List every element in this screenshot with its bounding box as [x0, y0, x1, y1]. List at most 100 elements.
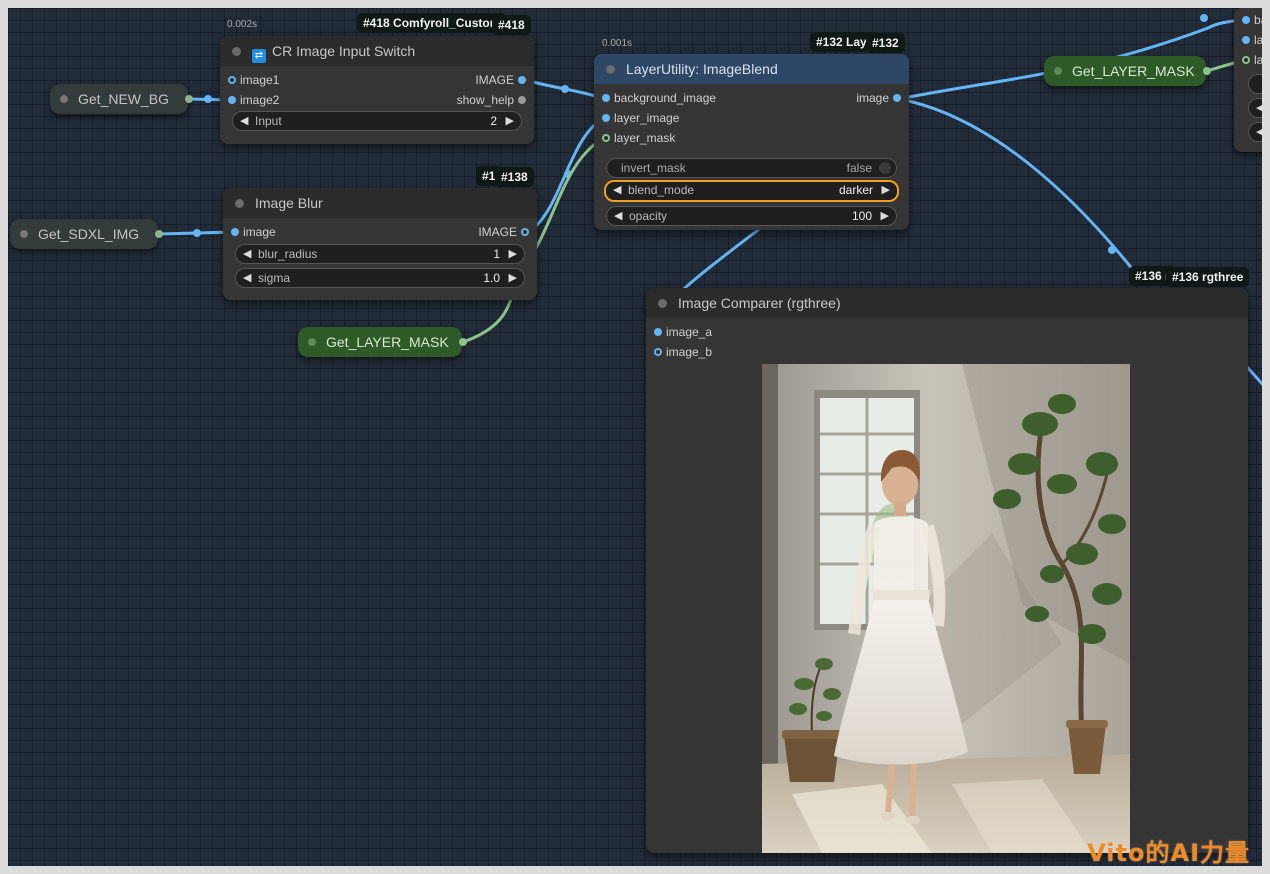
input-slot-image1[interactable]: image1	[228, 70, 279, 90]
input-combo-widget[interactable]: ◀ Input 2 ▶	[232, 111, 522, 131]
widget-value: darker	[838, 183, 873, 197]
increment-arrow-icon[interactable]: ▶	[509, 245, 517, 263]
get-layer-mask-node-2[interactable]: Get_LAYER_MASK	[1044, 56, 1211, 86]
get-layer-mask-node[interactable]: Get_LAYER_MASK	[298, 327, 467, 357]
decrement-arrow-icon[interactable]: ◀	[1256, 99, 1262, 117]
output-slot-image[interactable]: IMAGE	[478, 222, 529, 242]
increment-arrow-icon[interactable]: ▶	[882, 182, 890, 198]
input-pin[interactable]	[1242, 16, 1250, 24]
slot-label: image_b	[666, 345, 713, 359]
widget-name: opacity	[629, 209, 668, 223]
node-title-bar[interactable]: LayerUtility: ImageBlend	[594, 54, 909, 84]
increment-arrow-icon[interactable]: ▶	[506, 112, 514, 130]
input-slot-partial[interactable]: la	[1242, 30, 1262, 50]
output-pin[interactable]	[518, 96, 526, 104]
partial-widget[interactable]: ◀	[1248, 98, 1262, 118]
widget-value: false	[846, 161, 872, 175]
input-pin[interactable]	[231, 228, 239, 236]
node-title-bar[interactable]: Image Comparer (rgthree)	[646, 288, 1248, 318]
node-graph-canvas[interactable]: Get_NEW_BG Get_SDXL_IMG Get_LAYER_MASK G…	[8, 8, 1262, 866]
decrement-arrow-icon[interactable]: ◀	[243, 245, 251, 263]
input-pin[interactable]	[602, 134, 610, 142]
node-title-bar[interactable]: ⇄ CR Image Input Switch	[220, 36, 534, 66]
layerutility-imageblend-node[interactable]: LayerUtility: ImageBlend background_imag…	[594, 54, 909, 230]
node-collapse-dot[interactable]	[232, 47, 241, 56]
node-title-bar[interactable]: Image Blur	[223, 188, 537, 218]
switch-icon: ⇄	[252, 49, 266, 63]
output-pin[interactable]	[185, 95, 193, 103]
output-pin[interactable]	[521, 228, 529, 236]
node-title: Image Blur	[255, 195, 323, 211]
blend-mode-combo-widget[interactable]: ◀ blend_mode darker ▶	[604, 180, 899, 202]
input-slot-background-image[interactable]: background_image	[602, 88, 716, 108]
input-slot-layer-mask[interactable]: layer_mask	[602, 128, 675, 148]
output-slot-image[interactable]: image	[856, 88, 901, 108]
woman-in-white-dress-photo	[762, 364, 1130, 853]
input-slot-partial[interactable]: ba	[1242, 10, 1262, 30]
image-blur-node[interactable]: Image Blur image IMAGE ◀ blur_radius 1 ▶…	[223, 188, 537, 300]
node-status-dot	[1054, 67, 1062, 75]
input-slot-image-a[interactable]: image_a	[654, 322, 712, 342]
input-slot-image-b[interactable]: image_b	[654, 342, 712, 362]
decrement-arrow-icon[interactable]: ◀	[1256, 123, 1262, 141]
output-pin[interactable]	[893, 94, 901, 102]
partial-widget[interactable]	[1248, 74, 1262, 94]
invert-mask-toggle[interactable]: invert_mask false	[606, 158, 897, 178]
node-status-dot	[20, 230, 28, 238]
watermark-text: Vito的AI力量	[1087, 839, 1250, 866]
widget-value: 100	[851, 209, 872, 223]
input-pin[interactable]	[228, 96, 236, 104]
widget-name: sigma	[258, 271, 291, 285]
output-slot-show-help[interactable]: show_help	[457, 90, 526, 110]
input-pin[interactable]	[602, 94, 610, 102]
slot-label: layer_mask	[614, 131, 676, 145]
node-collapse-dot[interactable]	[658, 299, 667, 308]
widget-name: blur_radius	[258, 247, 318, 261]
input-slot-layer-image[interactable]: layer_image	[602, 108, 679, 128]
get-sdxl-img-node[interactable]: Get_SDXL_IMG	[10, 219, 163, 249]
toggle-knob[interactable]	[879, 162, 891, 174]
increment-arrow-icon[interactable]: ▶	[881, 207, 889, 225]
slot-label: image1	[240, 73, 280, 87]
output-pin[interactable]	[1203, 67, 1211, 75]
image-comparer-node[interactable]: Image Comparer (rgthree) image_a image_b	[646, 288, 1248, 853]
partial-widget[interactable]: ◀	[1248, 122, 1262, 142]
input-pin[interactable]	[654, 348, 662, 356]
decrement-arrow-icon[interactable]: ◀	[613, 182, 621, 198]
node-collapse-dot[interactable]	[606, 65, 615, 74]
decrement-arrow-icon[interactable]: ◀	[240, 112, 248, 130]
input-pin[interactable]	[654, 328, 662, 336]
node-status-dot	[60, 95, 68, 103]
slot-label: IMAGE	[478, 225, 517, 239]
input-pin[interactable]	[1242, 56, 1250, 64]
widget-name: invert_mask	[621, 161, 686, 175]
input-pin[interactable]	[228, 76, 236, 84]
increment-arrow-icon[interactable]: ▶	[509, 269, 517, 287]
input-slot-partial[interactable]: la	[1242, 50, 1262, 70]
output-pin[interactable]	[518, 76, 526, 84]
input-pin[interactable]	[1242, 36, 1250, 44]
get-new-bg-node[interactable]: Get_NEW_BG	[50, 84, 193, 114]
cr-image-input-switch-node[interactable]: ⇄ CR Image Input Switch image1 image2 IMA…	[220, 36, 534, 144]
comparison-image-preview[interactable]	[762, 364, 1130, 853]
slot-label: image	[856, 91, 889, 105]
partial-node-right[interactable]: ba la la ◀ ◀	[1234, 8, 1262, 152]
decrement-arrow-icon[interactable]: ◀	[614, 207, 622, 225]
input-slot-image[interactable]: image	[231, 222, 276, 242]
sigma-widget[interactable]: ◀ sigma 1.0 ▶	[235, 268, 525, 288]
node-status-dot	[308, 338, 316, 346]
node-timing: 0.001s	[602, 38, 633, 49]
node-id-badge: #136 rgthree	[1166, 267, 1250, 287]
slot-label: la	[1254, 33, 1262, 47]
node-title: CR Image Input Switch	[272, 43, 416, 59]
output-slot-image[interactable]: IMAGE	[475, 70, 526, 90]
blur-radius-widget[interactable]: ◀ blur_radius 1 ▶	[235, 244, 525, 264]
wire-mask-to-blur-area	[461, 291, 515, 344]
decrement-arrow-icon[interactable]: ◀	[243, 269, 251, 287]
node-collapse-dot[interactable]	[235, 199, 244, 208]
input-pin[interactable]	[602, 114, 610, 122]
opacity-number-widget[interactable]: ◀ opacity 100 ▶	[606, 206, 897, 226]
output-pin[interactable]	[155, 230, 163, 238]
output-pin[interactable]	[459, 338, 467, 346]
input-slot-image2[interactable]: image2	[228, 90, 279, 110]
